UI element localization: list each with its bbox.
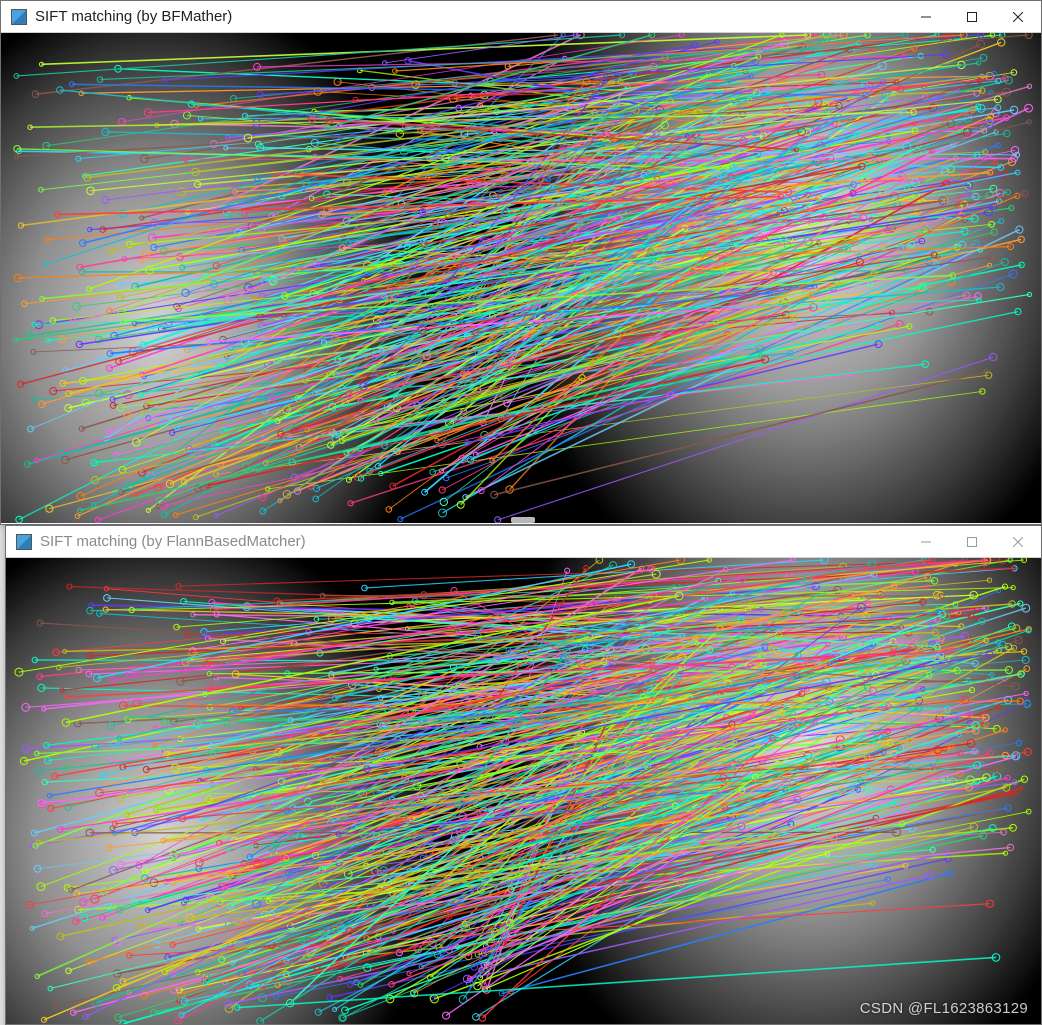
close-icon [1013,537,1023,547]
scrollbar-thumb-horizontal[interactable] [511,517,535,523]
maximize-icon [967,537,977,547]
window-sift-flann: SIFT matching (by FlannBasedMatcher) [5,525,1042,1025]
match-lines-overlay [6,558,1041,1024]
image-viewport [6,558,1041,1024]
maximize-icon [967,12,977,22]
titlebar[interactable]: SIFT matching (by FlannBasedMatcher) [6,526,1041,558]
close-button[interactable] [995,526,1041,557]
maximize-button[interactable] [949,526,995,557]
app-icon [11,9,27,25]
maximize-button[interactable] [949,1,995,32]
window-controls [903,1,1041,32]
window-sift-bfmatcher: SIFT matching (by BFMather) [0,0,1042,525]
titlebar[interactable]: SIFT matching (by BFMather) [1,1,1041,33]
window-title: SIFT matching (by BFMather) [35,8,903,25]
match-lines-overlay [1,33,1041,523]
window-controls [903,526,1041,557]
minimize-icon [921,12,931,22]
minimize-button[interactable] [903,526,949,557]
app-icon [16,534,32,550]
close-button[interactable] [995,1,1041,32]
window-title: SIFT matching (by FlannBasedMatcher) [40,533,903,550]
minimize-icon [921,537,931,547]
close-icon [1013,12,1023,22]
image-viewport [1,33,1041,523]
minimize-button[interactable] [903,1,949,32]
